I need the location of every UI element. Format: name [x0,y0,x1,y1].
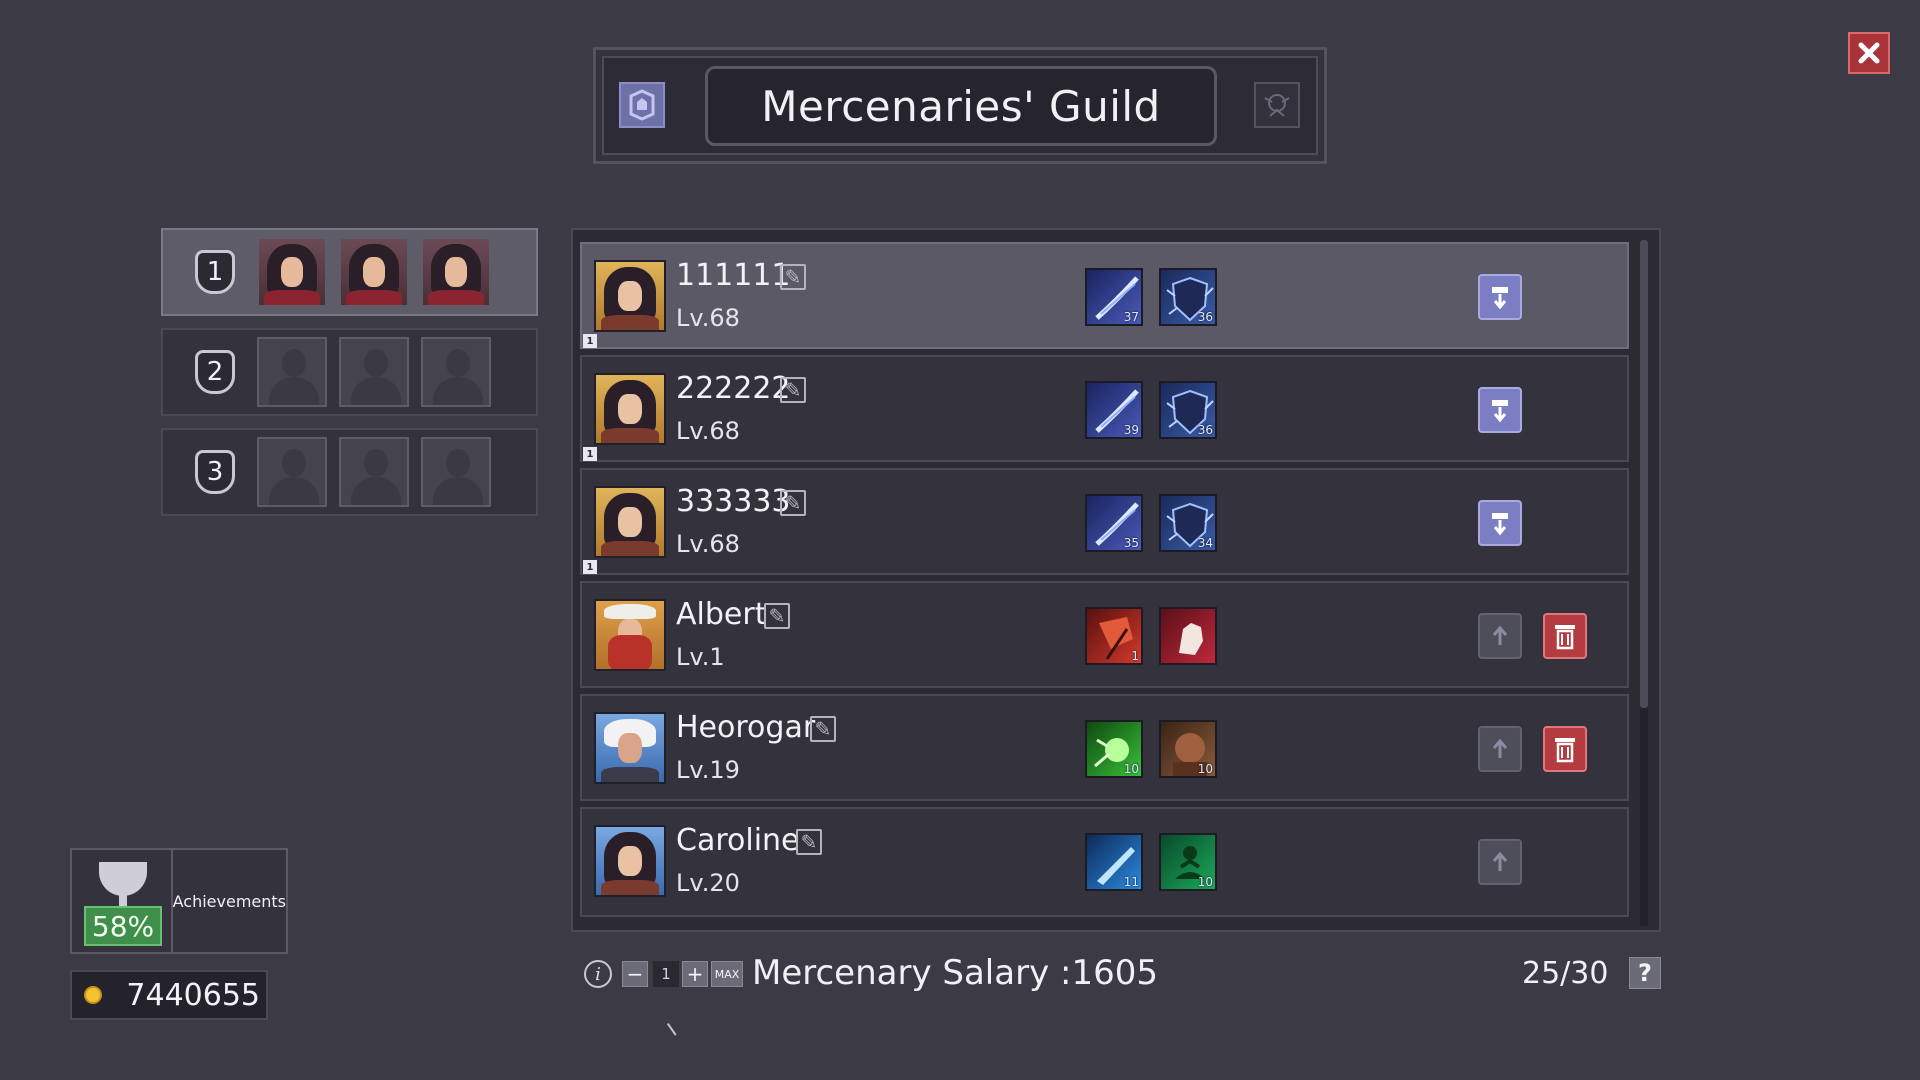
increase-button[interactable]: + [682,961,708,987]
party-row-3[interactable]: 3 [161,428,538,516]
mercenary-name: 333333 [676,484,791,519]
mercenary-portrait [594,373,666,445]
capacity-count: 25/30 [1522,956,1609,991]
shield-lightning-icon[interactable]: 36 [1159,268,1217,326]
sword-slash-icon[interactable]: 39 [1085,381,1143,439]
trophy-icon: 58% [72,850,173,952]
info-icon[interactable]: i [584,960,612,988]
empty-slot[interactable] [339,337,409,407]
shield-lightning-icon[interactable]: 34 [1159,494,1217,552]
mercenary-level: Lv.1 [676,643,725,671]
gold-amount: 7440655 [126,977,260,1013]
team-tag: 1 [583,560,597,574]
mercenary-row[interactable]: Caroline ✎ Lv.20 11 10 [580,807,1629,917]
mercenary-level: Lv.20 [676,869,740,897]
mercenary-row[interactable]: Heorogar ✎ Lv.19 10 10 [580,694,1629,801]
party-number-badge: 3 [195,450,235,494]
party-member-portrait[interactable] [421,237,491,307]
achievements-button[interactable]: 58% Achievements [70,848,288,954]
mercenary-row[interactable]: Albert ✎ Lv.1 1 [580,581,1629,688]
edit-name-icon[interactable]: ✎ [780,377,806,403]
party-row-2[interactable]: 2 [161,328,538,416]
fist-punch-icon[interactable] [1159,607,1217,665]
move-up-button[interactable] [1478,839,1522,885]
quantity-field[interactable]: 1 [653,961,679,987]
mercenary-level: Lv.68 [676,530,740,558]
mercenary-level: Lv.19 [676,756,740,784]
decrease-button[interactable]: − [622,961,648,987]
achievement-percent: 58% [84,906,162,946]
brute-face-icon[interactable]: 10 [1159,720,1217,778]
mercenary-portrait [594,260,666,332]
empty-slot[interactable] [421,337,491,407]
move-to-party-button[interactable] [1478,274,1522,320]
team-tag: 1 [583,447,597,461]
move-to-party-button[interactable] [1478,500,1522,546]
gold-display: 7440655 [70,970,268,1020]
achievements-label: Achievements [172,891,286,911]
party-member-portrait[interactable] [257,237,327,307]
shield-lightning-icon[interactable]: 36 [1159,381,1217,439]
mercenary-portrait [594,825,666,897]
empty-slot[interactable] [257,337,327,407]
mercenary-name: Heorogar [676,710,816,745]
delete-mercenary-button[interactable] [1543,613,1587,659]
edit-name-icon[interactable]: ✎ [780,264,806,290]
mercenary-portrait [594,712,666,784]
salary-text: Mercenary Salary :1605 [752,953,1158,993]
max-button[interactable]: MAX [711,961,743,987]
help-button[interactable]: ? [1629,957,1661,989]
coin-icon [84,986,102,1004]
scrollbar-thumb[interactable] [1640,240,1648,708]
mercenary-name: Albert [676,597,767,632]
mercenary-row[interactable]: 1 111111 ✎ Lv.68 37 36 [580,242,1629,349]
mercenary-name: 111111 [676,258,791,293]
empty-slot[interactable] [339,437,409,507]
close-icon [1858,42,1880,64]
mercenary-row[interactable]: 1 222222 ✎ Lv.68 39 36 [580,355,1629,462]
team-tag: 1 [583,334,597,348]
crest-icon [1254,82,1300,128]
move-up-button[interactable] [1478,613,1522,659]
edit-name-icon[interactable]: ✎ [780,490,806,516]
mercenary-portrait [594,486,666,558]
mouse-cursor-icon [666,1018,684,1036]
edit-name-icon[interactable]: ✎ [796,829,822,855]
mercenary-name: 222222 [676,371,791,406]
mercenary-row[interactable]: 1 333333 ✎ Lv.68 35 34 [580,468,1629,575]
mercenary-level: Lv.68 [676,304,740,332]
party-number-badge: 1 [195,250,235,294]
edit-name-icon[interactable]: ✎ [764,603,790,629]
page-title: Mercenaries' Guild [705,66,1217,146]
edit-name-icon[interactable]: ✎ [810,716,836,742]
empty-slot[interactable] [257,437,327,507]
close-button[interactable] [1848,32,1890,74]
mercenary-portrait [594,599,666,671]
sword-slash-icon[interactable]: 37 [1085,268,1143,326]
blue-blade-icon[interactable]: 11 [1085,833,1143,891]
sword-slash-icon[interactable]: 35 [1085,494,1143,552]
party-row-1[interactable]: 1 [161,228,538,316]
delete-mercenary-button[interactable] [1543,726,1587,772]
mercenary-level: Lv.68 [676,417,740,445]
guild-emblem-icon [619,82,665,128]
move-up-button[interactable] [1478,726,1522,772]
meditation-icon[interactable]: 10 [1159,833,1217,891]
move-to-party-button[interactable] [1478,387,1522,433]
green-burst-icon[interactable]: 10 [1085,720,1143,778]
axe-strike-icon[interactable]: 1 [1085,607,1143,665]
mercenary-name: Caroline [676,823,800,858]
party-number-badge: 2 [195,350,235,394]
empty-slot[interactable] [421,437,491,507]
party-member-portrait[interactable] [339,237,409,307]
